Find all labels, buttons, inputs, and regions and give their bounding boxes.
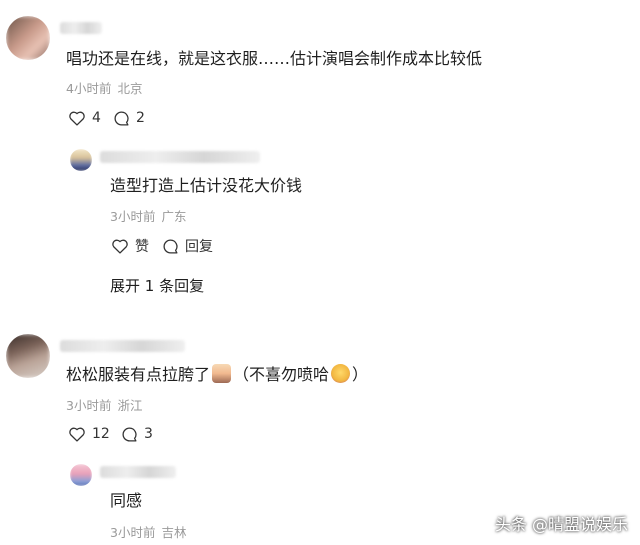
comment-text-close: ） — [352, 365, 369, 384]
speech-bubble-icon — [114, 110, 129, 126]
expand-replies-link[interactable]: 展开 1 条回复 — [110, 275, 204, 296]
like-label: 赞 — [135, 239, 149, 255]
comment-time: 4小时前 — [66, 81, 112, 96]
like-count: 12 — [92, 426, 110, 442]
like-button[interactable]: 4 — [68, 108, 101, 128]
avatar[interactable] — [6, 16, 50, 60]
reply-time: 3小时前 — [110, 209, 156, 224]
reply-location: 广东 — [161, 209, 187, 224]
avatar[interactable] — [70, 464, 92, 486]
comment-text-main: 松松服装有点拉胯了 — [66, 365, 211, 384]
reply-button[interactable]: 回复 — [162, 236, 213, 256]
comment-location: 北京 — [117, 81, 143, 96]
reply-count: 2 — [136, 110, 145, 126]
heart-icon — [112, 239, 128, 254]
avatar[interactable] — [70, 149, 92, 171]
comment-meta: 3小时前 浙江 — [66, 398, 148, 414]
heart-icon — [69, 111, 85, 126]
speech-bubble-icon — [122, 426, 137, 442]
comment-text: 松松服装有点拉胯了 （不喜勿喷哈 ） — [66, 364, 368, 386]
speech-bubble-icon — [163, 238, 178, 254]
reply-meta: 3小时前 吉林 — [110, 525, 192, 541]
comment-text-aside: （不喜勿喷哈 — [233, 365, 330, 384]
watermark: 头条 @晴盟说娱乐 — [494, 515, 628, 534]
comment-location: 浙江 — [117, 398, 143, 413]
reply-label: 回复 — [185, 239, 213, 255]
comment-time: 3小时前 — [66, 398, 112, 413]
reply-text: 同感 — [110, 491, 143, 510]
reply-meta: 3小时前 广东 — [110, 209, 192, 225]
comment-meta: 4小时前 北京 — [66, 81, 148, 97]
username-blurred[interactable] — [60, 340, 185, 352]
reply-count: 3 — [144, 426, 153, 442]
reply-location: 吉林 — [161, 525, 187, 540]
username-blurred[interactable] — [60, 22, 102, 34]
avatar[interactable] — [6, 334, 50, 378]
reply-button[interactable]: 3 — [121, 424, 153, 444]
reply-button[interactable]: 2 — [113, 108, 145, 128]
heart-icon — [69, 427, 85, 442]
like-button[interactable]: 赞 — [111, 236, 149, 256]
reply-text: 造型打造上估计没花大价钱 — [110, 176, 303, 195]
like-count: 4 — [92, 110, 101, 126]
sweat-smile-emoji-icon — [331, 364, 351, 383]
comment-feed: 唱功还是在线，就是这衣服……估计演唱会制作成本比较低 4小时前 北京 4 2 造型… — [0, 0, 640, 545]
facepalm-emoji-icon — [212, 364, 232, 383]
username-blurred[interactable] — [100, 151, 260, 163]
reply-time: 3小时前 — [110, 525, 156, 540]
like-button[interactable]: 12 — [68, 424, 110, 444]
comment-text: 唱功还是在线，就是这衣服……估计演唱会制作成本比较低 — [66, 49, 483, 68]
username-blurred[interactable] — [100, 466, 176, 478]
